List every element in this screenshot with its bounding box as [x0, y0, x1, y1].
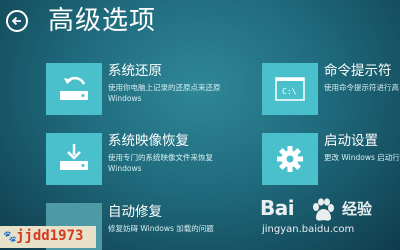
option-description: 使用你电脑上记录的还原点来还原 Windows: [108, 83, 221, 103]
option-title: 自动修复: [108, 204, 162, 220]
back-button[interactable]: [6, 10, 28, 32]
option-description: 更改 Windows 启动行: [324, 153, 400, 162]
arrow-left-icon: [11, 16, 21, 26]
watermark-brand: Bai: [260, 196, 295, 220]
user-watermark: 🐾 jjdd1973: [0, 226, 96, 248]
system-image-recovery-icon: [46, 133, 102, 185]
gear-icon: [262, 133, 318, 185]
option-system-restore[interactable]: 系统还原 使用你电脑上记录的还原点来还原 Windows: [46, 63, 246, 123]
watermark-url: jingyan.baidu.com: [262, 224, 355, 235]
option-description: 使用专门的系统映像文件来恢复 Windows: [108, 153, 213, 173]
paw-icon: 🐾: [3, 230, 17, 243]
option-title: 启动设置: [324, 133, 378, 149]
system-restore-icon: [46, 63, 102, 115]
watermark-brand-suffix: 经验: [342, 200, 373, 218]
option-description: 修复妨碍 Windows 加载的问题: [108, 224, 214, 233]
option-description: 使用命令提示符进行高: [324, 83, 399, 92]
option-startup-settings[interactable]: 启动设置 更改 Windows 启动行: [262, 133, 400, 193]
baidu-paw-icon: [313, 198, 334, 221]
command-prompt-tile-text: C:\: [282, 87, 297, 96]
command-prompt-icon: C:\: [262, 63, 318, 115]
page-title: 高级选项: [48, 6, 157, 36]
watermark-username: jjdd1973: [16, 228, 84, 244]
option-system-image-recovery[interactable]: 系统映像恢复 使用专门的系统映像文件来恢复 Windows: [46, 133, 246, 193]
option-title: 系统还原: [108, 63, 162, 79]
option-title: 系统映像恢复: [108, 133, 189, 149]
option-title: 命令提示符: [324, 63, 392, 79]
option-command-prompt[interactable]: C:\ 命令提示符 使用命令提示符进行高: [262, 63, 400, 123]
baidu-jingyan-watermark: Bai 经验 jingyan.baidu.com: [260, 196, 392, 244]
